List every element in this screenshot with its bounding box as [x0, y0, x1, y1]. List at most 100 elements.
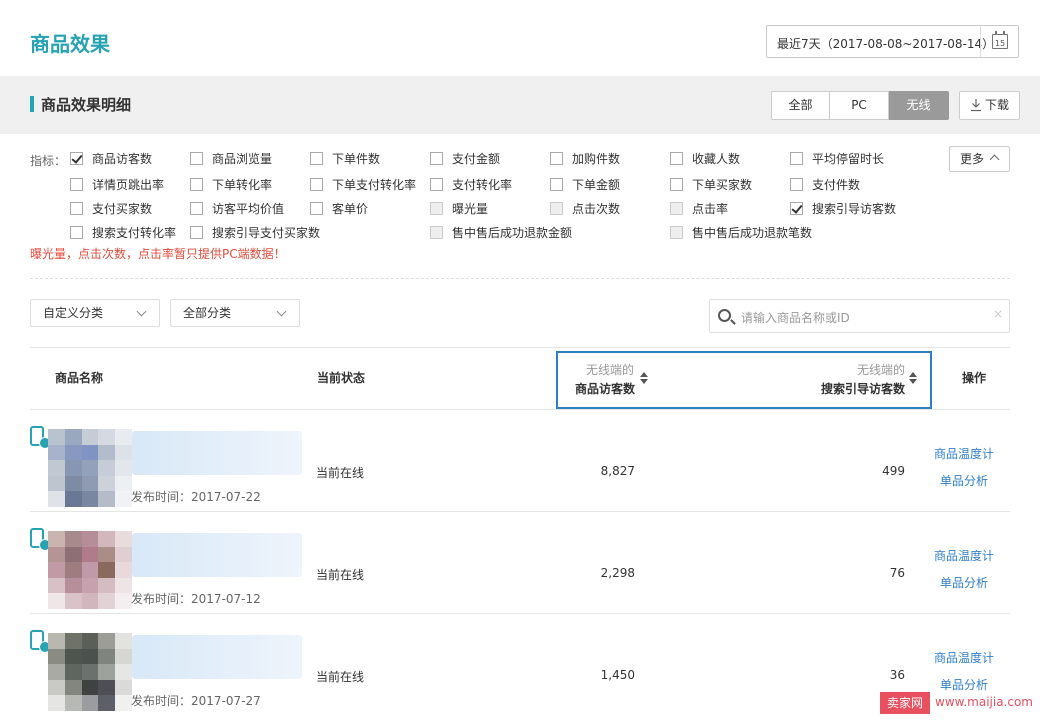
publish-time: 发布时间：2017-07-27 — [131, 694, 261, 708]
checkbox-icon[interactable] — [430, 152, 443, 165]
checkbox-icon[interactable] — [670, 178, 683, 191]
metric-label: 售中售后成功退款笔数 — [692, 226, 813, 240]
tab-wireless[interactable]: 无线 — [889, 91, 949, 120]
column-header-status: 当前状态 — [317, 371, 366, 385]
table-header-divider — [30, 409, 1010, 410]
clear-icon[interactable]: × — [993, 307, 1003, 321]
checkbox-icon[interactable] — [70, 178, 83, 191]
checkbox-icon[interactable] — [670, 152, 683, 165]
checkbox-icon[interactable] — [550, 178, 563, 191]
section-title: 商品效果明细 — [41, 96, 132, 114]
checkbox-icon[interactable] — [310, 202, 323, 215]
metric-label: 客单价 — [332, 202, 369, 216]
publish-time: 发布时间：2017-07-12 — [131, 592, 261, 606]
product-thermometer-link[interactable]: 商品温度计 — [934, 649, 994, 666]
metric-label: 曝光量 — [452, 202, 489, 216]
metric-label: 支付买家数 — [92, 202, 153, 216]
product-thermometer-link[interactable]: 商品温度计 — [934, 547, 994, 564]
checkbox-checked-icon[interactable] — [70, 152, 83, 165]
checkbox-icon[interactable] — [550, 152, 563, 165]
metrics-label: 指标： — [30, 154, 67, 168]
checkbox-icon[interactable] — [670, 226, 683, 239]
search-placeholder: 请输入商品名称或ID — [741, 311, 850, 325]
checkbox-icon[interactable] — [190, 202, 203, 215]
metric-label: 下单金额 — [572, 178, 621, 192]
single-analysis-link[interactable]: 单品分析 — [940, 574, 988, 591]
checkbox-icon[interactable] — [670, 202, 683, 215]
chevron-up-icon — [989, 154, 1000, 165]
row-divider — [30, 613, 1010, 614]
search-visitors-value: 499 — [882, 464, 905, 478]
product-thumbnail[interactable] — [48, 633, 132, 711]
visitors-value: 8,827 — [600, 464, 635, 478]
date-range-text: 最近7天（2017-08-08~2017-08-14） — [777, 37, 995, 51]
row-divider — [30, 511, 1010, 512]
metric-label: 搜索支付转化率 — [92, 226, 177, 240]
visitors-value: 1,450 — [600, 668, 635, 682]
metric-label: 下单件数 — [332, 152, 381, 166]
checkbox-icon[interactable] — [70, 202, 83, 215]
table-row: 发布时间：2017-07-27 当前在线 1,450 36 商品温度计 单品分析 — [30, 623, 1010, 725]
checkbox-icon[interactable] — [550, 202, 563, 215]
metric-label: 点击次数 — [572, 202, 621, 216]
more-label: 更多 — [960, 152, 985, 166]
checkbox-icon[interactable] — [430, 178, 443, 191]
calendar-icon[interactable]: 15 — [980, 26, 1018, 57]
table-row: 发布时间：2017-07-22 当前在线 8,827 499 商品温度计 单品分… — [30, 419, 1010, 521]
checkbox-icon[interactable] — [190, 152, 203, 165]
product-title-blurred[interactable] — [132, 533, 302, 577]
metric-label: 搜索引导访客数 — [812, 202, 897, 216]
metric-label: 支付金额 — [452, 152, 501, 166]
single-analysis-link[interactable]: 单品分析 — [940, 472, 988, 489]
all-category-dropdown[interactable]: 全部分类 — [170, 299, 300, 327]
checkbox-checked-icon[interactable] — [790, 202, 803, 215]
mobile-icon — [30, 528, 51, 551]
checkbox-icon[interactable] — [790, 178, 803, 191]
watermark-url: www.maijia.com — [935, 695, 1033, 709]
product-title-blurred[interactable] — [132, 635, 302, 679]
checkbox-icon[interactable] — [70, 226, 83, 239]
watermark-badge: 卖家网 — [880, 692, 930, 714]
top-bar: 商品效果 最近7天（2017-08-08~2017-08-14） 15 — [0, 0, 1040, 76]
search-input[interactable]: 请输入商品名称或ID × — [709, 299, 1010, 333]
table-top-border — [30, 347, 1010, 348]
product-title-blurred[interactable] — [132, 431, 302, 475]
search-visitors-value: 76 — [889, 566, 905, 580]
column-header-action: 操作 — [962, 371, 987, 385]
pc-only-warning: 曝光量，点击次数，点击率暂只提供PC端数据！ — [30, 247, 286, 261]
metric-label: 点击率 — [692, 202, 729, 216]
section-accent-bar — [30, 96, 34, 112]
metrics-filter-panel: 指标： 商品访客数 商品浏览量 下单件数 支付金额 加购件数 收藏人数 平均停留时长 详情页跳… — [0, 134, 1040, 284]
single-analysis-link[interactable]: 单品分析 — [940, 676, 988, 693]
checkbox-icon[interactable] — [430, 226, 443, 239]
column-header-name: 商品名称 — [55, 371, 104, 385]
checkbox-icon[interactable] — [190, 226, 203, 239]
page-title: 商品效果 — [30, 32, 110, 56]
checkbox-icon[interactable] — [190, 178, 203, 191]
mobile-icon — [30, 630, 51, 653]
tab-all[interactable]: 全部 — [771, 91, 830, 120]
custom-category-label: 自定义分类 — [43, 306, 104, 320]
metric-label: 支付转化率 — [452, 178, 513, 192]
download-icon — [971, 99, 981, 112]
checkbox-icon[interactable] — [310, 178, 323, 191]
checkbox-icon[interactable] — [430, 202, 443, 215]
metric-label: 下单买家数 — [692, 178, 753, 192]
search-visitors-value: 36 — [889, 668, 905, 682]
divider — [30, 278, 1010, 279]
metric-label: 支付件数 — [812, 178, 861, 192]
product-thumbnail[interactable] — [48, 531, 132, 609]
checkbox-icon[interactable] — [310, 152, 323, 165]
tab-pc[interactable]: PC — [830, 91, 889, 120]
section-header: 商品效果明细 全部 PC 无线 下载 — [0, 76, 1040, 134]
more-button[interactable]: 更多 — [949, 146, 1010, 172]
product-thumbnail[interactable] — [48, 429, 132, 507]
metric-label: 商品访客数 — [92, 152, 153, 166]
checkbox-icon[interactable] — [790, 152, 803, 165]
download-button[interactable]: 下载 — [959, 91, 1020, 120]
product-thermometer-link[interactable]: 商品温度计 — [934, 445, 994, 462]
date-range-picker[interactable]: 最近7天（2017-08-08~2017-08-14） 15 — [766, 25, 1019, 58]
publish-time: 发布时间：2017-07-22 — [131, 490, 261, 504]
custom-category-dropdown[interactable]: 自定义分类 — [30, 299, 160, 327]
metric-label: 商品浏览量 — [212, 152, 273, 166]
